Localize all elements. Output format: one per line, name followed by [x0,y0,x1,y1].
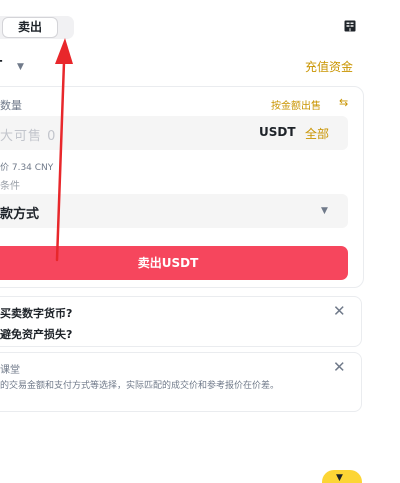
faq-question-1[interactable]: 买卖数字货币? [0,305,72,321]
payment-method-label: 款方式 [0,207,40,222]
sell-by-amount-link[interactable]: 按金额出售 [271,97,321,112]
quantity-label: 数量 [0,99,22,112]
topup-link[interactable]: 充值资金 [305,58,353,75]
close-icon[interactable]: ✕ [333,358,346,376]
coin-select[interactable]: T [0,58,2,72]
chevron-down-icon[interactable]: ▼ [321,206,328,216]
conditions-label: 条件 [0,181,20,192]
payment-method-select[interactable] [0,194,348,228]
buy-sell-toggle: 卖出 [0,16,74,39]
swap-icon[interactable]: ⇆ [339,96,348,109]
faq-question-2[interactable]: 避免资产损失? [0,326,72,342]
sell-usdt-button[interactable]: 卖出USDT [0,246,348,280]
classroom-body: 的交易金额和支付方式等选择，实际匹配的成交价和参考报价在价差。 [0,381,280,391]
sell-tab[interactable]: 卖出 [2,17,58,38]
sell-all-button[interactable]: 全部 [305,125,329,142]
classroom-title: 课堂 [0,365,20,376]
chevron-down-icon[interactable]: ▼ [17,62,24,72]
close-icon[interactable]: ✕ [333,302,346,320]
chevron-down-icon: ▼ [336,473,343,483]
quantity-input[interactable]: 大可售 0 [0,125,56,144]
quantity-unit: USDT [259,125,296,139]
reference-price: 价 7.34 CNY [0,163,54,173]
book-icon[interactable] [344,20,356,32]
